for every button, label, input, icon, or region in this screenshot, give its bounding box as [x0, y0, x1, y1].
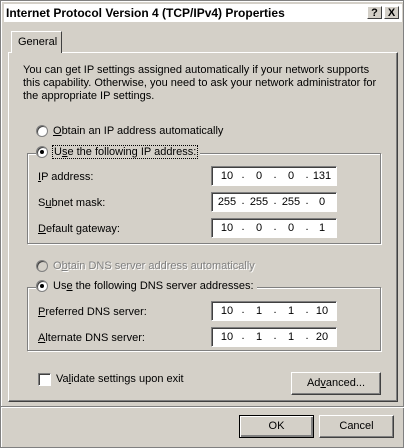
validate-checkbox[interactable] [38, 373, 51, 386]
use-following-dns-radio[interactable]: Use the following DNS server addresses: [36, 280, 257, 292]
ip-address-input[interactable]: 10 . 0 . 0 . 131 [211, 166, 337, 186]
help-button[interactable]: ? [367, 6, 382, 19]
alternate-dns-input[interactable]: 10 . 1 . 1 . 20 [211, 327, 337, 347]
octet: 0 [255, 170, 263, 182]
cancel-button-label: Cancel [339, 420, 374, 432]
use-following-ip-label: Use the following IP address: [51, 145, 199, 159]
preferred-dns-label: Preferred DNS server: [38, 306, 147, 318]
obtain-ip-auto-label: Obtain an IP address automatically [53, 125, 224, 137]
footer-separator [1, 406, 404, 408]
octet: 1 [287, 331, 295, 343]
title-bar: Internet Protocol Version 4 (TCP/IPv4) P… [4, 4, 402, 22]
octet: 255 [249, 196, 269, 208]
close-icon: X [387, 7, 396, 19]
alternate-dns-label: Alternate DNS server: [38, 332, 145, 344]
use-following-ip-radio[interactable]: Use the following IP address: [36, 145, 201, 159]
obtain-dns-auto-label: Obtain DNS server address automatically [53, 260, 255, 272]
advanced-button-label: Advanced... [306, 377, 366, 389]
close-button[interactable]: X [384, 6, 399, 19]
octet: 131 [312, 170, 332, 182]
obtain-ip-auto-radio[interactable]: Obtain an IP address automatically [36, 125, 223, 137]
octet: 1 [255, 305, 263, 317]
default-gateway-label: Default gateway: [38, 223, 120, 235]
tab-general-label: General [18, 36, 58, 48]
ok-button-label: OK [268, 420, 285, 432]
octet: 0 [255, 222, 263, 234]
octet: 10 [315, 305, 329, 317]
octet: 20 [315, 331, 329, 343]
octet: 1 [255, 331, 263, 343]
advanced-button[interactable]: Advanced... [291, 372, 381, 395]
octet: 10 [220, 305, 234, 317]
radio-icon [36, 260, 48, 272]
validate-label[interactable]: Validate settings upon exit [56, 373, 184, 385]
radio-selected-icon [36, 280, 48, 292]
octet: 0 [287, 222, 295, 234]
tab-general[interactable]: General [11, 31, 62, 53]
octet: 10 [220, 331, 234, 343]
help-icon: ? [371, 7, 378, 19]
ip-address-label: IP address: [38, 171, 94, 183]
default-gateway-input[interactable]: 10 . 0 . 0 . 1 [211, 218, 337, 238]
preferred-dns-input[interactable]: 10 . 1 . 1 . 10 [211, 301, 337, 321]
subnet-mask-input[interactable]: 255 . 255 . 255 . 0 [211, 192, 337, 212]
radio-selected-icon [36, 146, 48, 158]
cancel-button[interactable]: Cancel [319, 415, 394, 438]
obtain-dns-auto-radio[interactable]: Obtain DNS server address automatically [36, 260, 255, 272]
octet: 0 [287, 170, 295, 182]
octet: 10 [220, 170, 234, 182]
octet: 1 [318, 222, 326, 234]
octet: 255 [281, 196, 301, 208]
intro-text: You can get IP settings assigned automat… [23, 64, 377, 102]
radio-icon [36, 125, 48, 137]
octet: 255 [217, 196, 237, 208]
use-following-dns-label: Use the following DNS server addresses: [53, 280, 254, 292]
window-title: Internet Protocol Version 4 (TCP/IPv4) P… [6, 6, 285, 20]
subnet-mask-label: Subnet mask: [38, 197, 106, 209]
properties-dialog: Internet Protocol Version 4 (TCP/IPv4) P… [0, 0, 404, 448]
octet: 1 [287, 305, 295, 317]
ok-button[interactable]: OK [239, 415, 314, 438]
octet: 0 [318, 196, 326, 208]
octet: 10 [220, 222, 234, 234]
